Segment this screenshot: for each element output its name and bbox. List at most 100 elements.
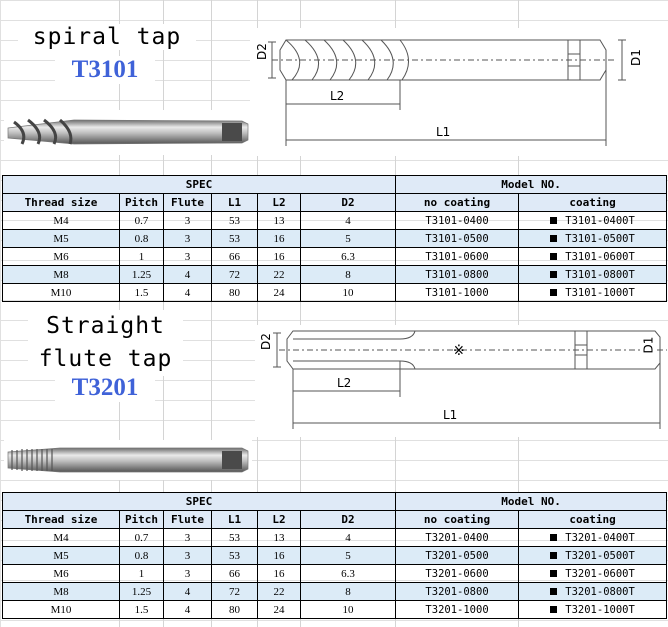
coating-square-icon bbox=[550, 552, 558, 559]
table-cell: 53 bbox=[211, 229, 258, 248]
column-header: Flute bbox=[163, 510, 212, 529]
table-cell: 0.7 bbox=[119, 528, 164, 547]
table-cell: M10 bbox=[2, 600, 120, 619]
spec-group-header: SPEC bbox=[1, 175, 397, 194]
column-header: Thread size bbox=[2, 510, 120, 529]
label-l2: L2 bbox=[330, 89, 344, 103]
table-cell: T3101-0400 bbox=[395, 211, 520, 230]
table-row: M5 0.8 3 53 16 5 T3201-0500 T3201-0500T bbox=[2, 546, 668, 565]
table-cell: 13 bbox=[257, 528, 301, 547]
table-cell: 1.25 bbox=[119, 265, 164, 284]
coating-square-icon bbox=[550, 253, 558, 260]
table-cell: M8 bbox=[2, 265, 120, 284]
label-d1: D1 bbox=[641, 336, 656, 354]
table-cell: 6.3 bbox=[299, 247, 397, 266]
table-cell: T3201-0800T bbox=[518, 582, 668, 601]
straight-flute-tap-photo bbox=[4, 440, 252, 480]
table-cell: 0.7 bbox=[119, 211, 164, 230]
model-group-header: Model NO. bbox=[395, 492, 668, 511]
coating-square-icon bbox=[550, 289, 558, 296]
table-cell: 8 bbox=[299, 582, 397, 601]
table-cell: 0.8 bbox=[119, 546, 164, 565]
table-row: M4 0.7 3 53 13 4 T3101-0400 T3101-0400T bbox=[2, 211, 668, 230]
table-cell: 1.5 bbox=[119, 283, 164, 302]
model-group-header: Model NO. bbox=[395, 175, 668, 194]
column-header: coating bbox=[518, 510, 668, 529]
coated-model-number: T3101-1000T bbox=[565, 286, 635, 299]
column-header: L2 bbox=[257, 510, 301, 529]
coating-square-icon bbox=[550, 588, 558, 595]
table-cell: M5 bbox=[2, 229, 120, 248]
table-cell: M5 bbox=[2, 546, 120, 565]
coating-square-icon bbox=[550, 606, 558, 613]
spec-table: SPEC Model NO. Thread size Pitch Flute L1 L2… bbox=[1, 175, 668, 302]
product-title: spiral tap bbox=[18, 24, 196, 50]
table-cell: T3101-0600T bbox=[518, 247, 668, 266]
table-cell: M4 bbox=[2, 211, 120, 230]
table-cell: 0.8 bbox=[119, 229, 164, 248]
table-cell: 53 bbox=[211, 528, 258, 547]
column-header: Flute bbox=[163, 193, 212, 212]
table-cell: T3101-0500T bbox=[518, 229, 668, 248]
table-cell: T3101-0800T bbox=[518, 265, 668, 284]
spec-table: SPEC Model NO. Thread size Pitch Flute L1 L2… bbox=[1, 492, 668, 619]
table-cell: 80 bbox=[211, 600, 258, 619]
table-cell: 1.25 bbox=[119, 582, 164, 601]
table-row: M4 0.7 3 53 13 4 T3201-0400 T3201-0400T bbox=[2, 528, 668, 547]
table-cell: T3201-0500 bbox=[395, 546, 520, 565]
table-cell: T3101-1000 bbox=[395, 283, 520, 302]
coated-model-number: T3101-0800T bbox=[565, 268, 635, 281]
table-cell: 24 bbox=[257, 283, 301, 302]
table-cell: M8 bbox=[2, 582, 120, 601]
table-cell: 72 bbox=[211, 582, 258, 601]
table-cell: 13 bbox=[257, 211, 301, 230]
table-row: M6 1 3 66 16 6.3 T3101-0600 T3101-0600T bbox=[2, 247, 668, 266]
coating-square-icon bbox=[550, 235, 558, 242]
table-cell: T3201-1000T bbox=[518, 600, 668, 619]
straight-flute-tap-drawing: D2 ※ L2 L1 bbox=[255, 325, 668, 437]
table-cell: T3201-0800 bbox=[395, 582, 520, 601]
coating-square-icon bbox=[550, 217, 558, 224]
table-row: M5 0.8 3 53 16 5 T3101-0500 T3101-0500T bbox=[2, 229, 668, 248]
table-row: M8 1.25 4 72 22 8 T3201-0800 T3201-0800T bbox=[2, 582, 668, 601]
product-title-line: Straight bbox=[46, 313, 165, 339]
table-cell: 22 bbox=[257, 265, 301, 284]
table-cell: 4 bbox=[163, 582, 212, 601]
label-l1: L1 bbox=[443, 408, 457, 422]
column-header: D2 bbox=[299, 510, 397, 529]
table-cell: 5 bbox=[299, 229, 397, 248]
table-cell: 4 bbox=[163, 600, 212, 619]
table-cell: 8 bbox=[299, 265, 397, 284]
table-cell: 66 bbox=[211, 247, 258, 266]
column-header: D2 bbox=[299, 193, 397, 212]
table-cell: 3 bbox=[163, 211, 212, 230]
table-cell: T3101-1000T bbox=[518, 283, 668, 302]
table-cell: 3 bbox=[163, 229, 212, 248]
table-cell: M10 bbox=[2, 283, 120, 302]
column-header: Pitch bbox=[119, 510, 164, 529]
table-cell: M6 bbox=[2, 564, 120, 583]
column-header: L1 bbox=[211, 510, 258, 529]
column-header: L2 bbox=[257, 193, 301, 212]
spiral-tap-photo bbox=[4, 110, 252, 155]
coated-model-number: T3201-0800T bbox=[565, 585, 635, 598]
table-cell: T3201-1000 bbox=[395, 600, 520, 619]
column-header: no coating bbox=[395, 510, 520, 529]
spiral-tap-drawing: D2 D1 L2 L1 bbox=[250, 28, 668, 156]
column-header: L1 bbox=[211, 193, 258, 212]
table-cell: 1 bbox=[119, 247, 164, 266]
table-cell: M4 bbox=[2, 528, 120, 547]
table-cell: 6.3 bbox=[299, 564, 397, 583]
table-cell: 16 bbox=[257, 247, 301, 266]
table-cell: 4 bbox=[299, 528, 397, 547]
coated-model-number: T3201-0400T bbox=[565, 531, 635, 544]
table-cell: T3201-0400 bbox=[395, 528, 520, 547]
coated-model-number: T3201-0600T bbox=[565, 567, 635, 580]
coated-model-number: T3101-0600T bbox=[565, 250, 635, 263]
table-cell: 10 bbox=[299, 600, 397, 619]
table-cell: M6 bbox=[2, 247, 120, 266]
table-cell: 4 bbox=[163, 283, 212, 302]
column-header: Pitch bbox=[119, 193, 164, 212]
coated-model-number: T3201-1000T bbox=[565, 603, 635, 616]
label-d1: D1 bbox=[629, 49, 643, 66]
